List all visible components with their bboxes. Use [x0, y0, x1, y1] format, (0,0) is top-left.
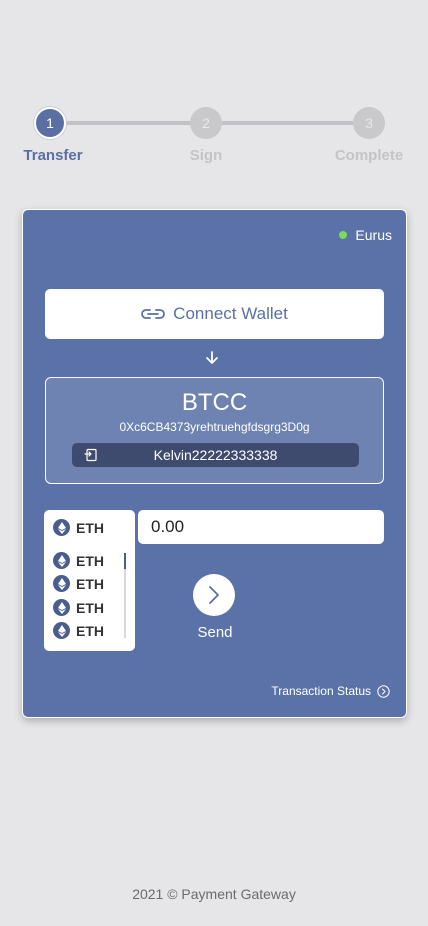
- coin-option-label: ETH: [76, 552, 104, 569]
- eth-icon: [53, 575, 70, 592]
- chevron-circle-right-icon: [377, 684, 390, 698]
- step-3-indicator: 3: [353, 107, 385, 139]
- eth-icon: [53, 599, 70, 616]
- coin-option-label: ETH: [76, 575, 104, 592]
- token-address: 0Xc6CB4373yrehtruehgfdsgrg3D0g: [119, 420, 310, 434]
- step-2-indicator: 2: [190, 107, 222, 139]
- network-name: Eurus: [355, 227, 392, 243]
- connect-wallet-button[interactable]: Connect Wallet: [45, 289, 384, 339]
- scrollbar-thumb[interactable]: [124, 553, 126, 569]
- step-1-number: 1: [46, 115, 54, 131]
- send-button[interactable]: [193, 574, 235, 616]
- account-pill[interactable]: Kelvin22222333338: [72, 443, 359, 467]
- network-status-dot: [339, 231, 348, 239]
- stepper-line-2: [222, 121, 353, 125]
- step-1-label: Transfer: [23, 147, 83, 164]
- footer-copyright: 2021 © Payment Gateway: [132, 886, 296, 902]
- coin-option-label: ETH: [76, 622, 104, 639]
- step-2-label: Sign: [189, 147, 223, 164]
- chevron-right-icon: [209, 586, 219, 604]
- step-3-number: 3: [365, 115, 373, 131]
- arrow-down-icon: [206, 351, 218, 364]
- transaction-status-label: Transaction Status: [271, 684, 371, 698]
- link-icon: [141, 309, 166, 319]
- coin-option[interactable]: ETH: [53, 552, 104, 569]
- copy-icon[interactable]: [84, 448, 98, 462]
- coin-option-label: ETH: [76, 599, 104, 616]
- coin-selected[interactable]: ETH: [53, 519, 104, 536]
- step-1-indicator: 1: [34, 107, 66, 139]
- coin-option[interactable]: ETH: [53, 622, 104, 639]
- account-name: Kelvin22222333338: [153, 447, 278, 463]
- coin-option[interactable]: ETH: [53, 599, 104, 616]
- token-symbol: BTCC: [181, 389, 248, 416]
- stepper-line-1: [66, 121, 190, 125]
- coin-list-scrollbar[interactable]: [124, 553, 126, 638]
- coin-selected-label: ETH: [76, 519, 104, 536]
- step-3-label: Complete: [334, 147, 404, 164]
- amount-input[interactable]: [138, 510, 384, 544]
- token-info-box: BTCC 0Xc6CB4373yrehtruehgfdsgrg3D0g Kelv…: [45, 377, 384, 484]
- eth-icon: [53, 622, 70, 639]
- network-indicator: Eurus: [339, 227, 392, 243]
- coin-option[interactable]: ETH: [53, 575, 104, 592]
- step-2-number: 2: [202, 115, 210, 131]
- connect-wallet-label: Connect Wallet: [173, 304, 288, 323]
- eth-icon: [53, 552, 70, 569]
- send-label: Send: [197, 624, 233, 641]
- transaction-status-link[interactable]: Transaction Status: [271, 684, 390, 698]
- eth-icon: [53, 519, 70, 536]
- transfer-card: Eurus Connect Wallet BTCC 0Xc6CB4373yreh…: [22, 209, 407, 718]
- coin-selector[interactable]: ETH ETH ETH ETH ETH: [44, 510, 135, 651]
